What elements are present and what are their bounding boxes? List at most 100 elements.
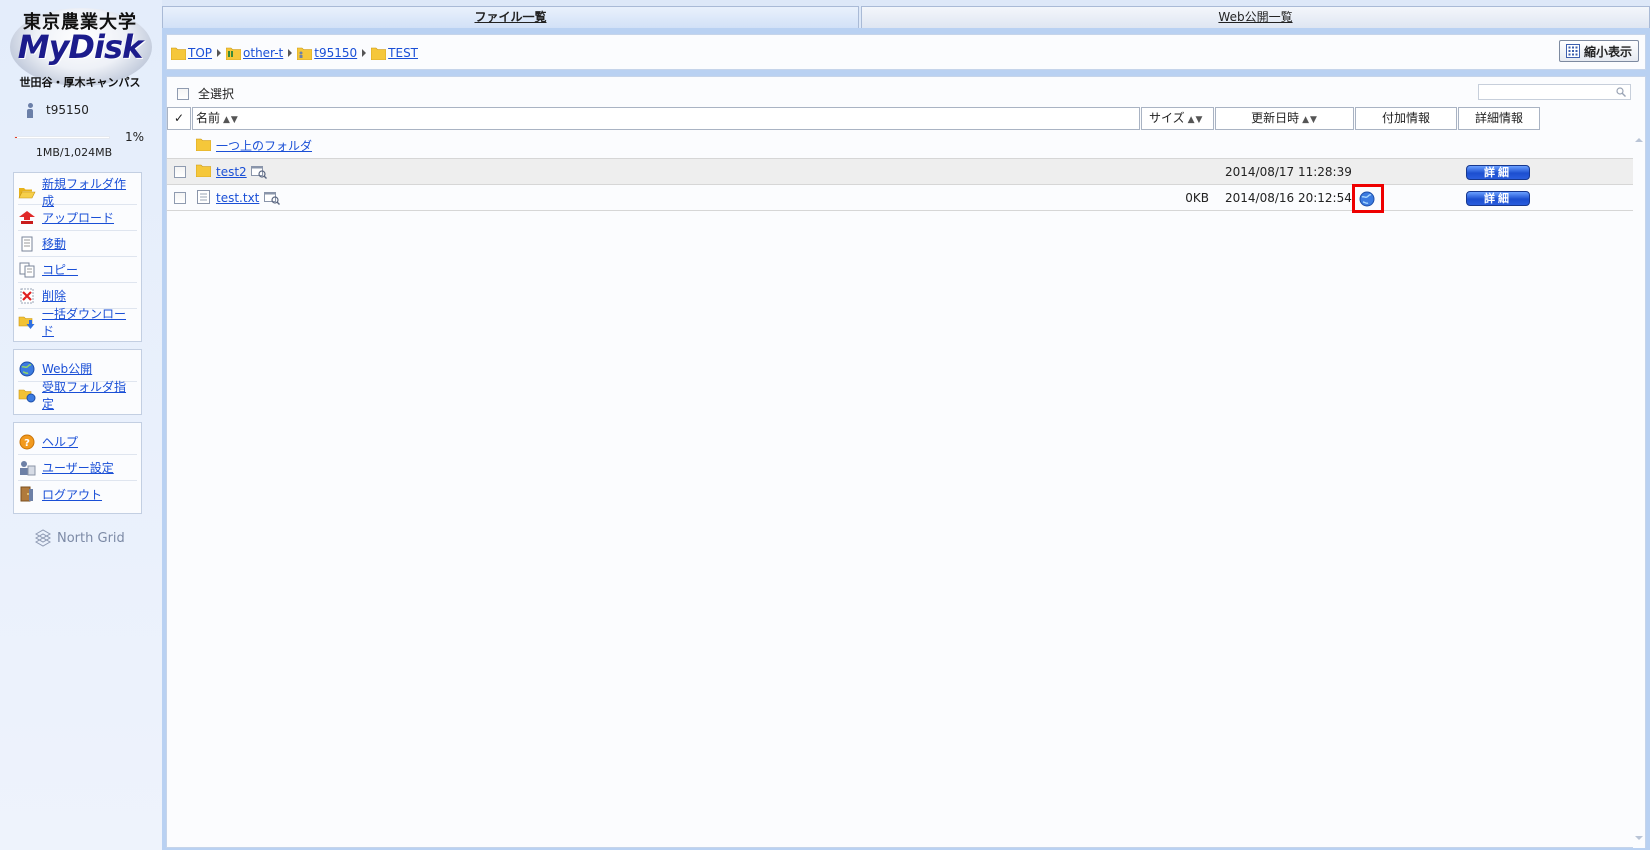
- menu-move-label[interactable]: 移動: [42, 235, 66, 252]
- breadcrumb-label[interactable]: TOP: [188, 46, 212, 60]
- menu-web-publish-label[interactable]: Web公開: [42, 360, 92, 377]
- north-grid-logo: North Grid: [33, 528, 125, 548]
- quota-bar-fill: [15, 137, 17, 138]
- breadcrumb-separator-icon: [362, 49, 367, 57]
- file-list-area: 全選択 ✓ 名前 ▲▼ サイズ ▲▼ 更新日時 ▲▼ 付加情報 詳細情報 一つ上…: [166, 76, 1646, 848]
- svg-text:?: ?: [24, 438, 30, 449]
- select-all-label: 全選択: [198, 87, 235, 101]
- misc-menu: ? ヘルプ ユーザー設定 ログアウト: [13, 422, 142, 514]
- row-checkbox[interactable]: [174, 166, 186, 178]
- globe-icon: [18, 361, 36, 377]
- tab-web-published-list[interactable]: Web公開一覧: [861, 6, 1650, 28]
- row-name-link[interactable]: test.txt: [216, 185, 259, 211]
- column-header-size[interactable]: サイズ ▲▼: [1141, 107, 1214, 130]
- row-modified: 2014/08/17 11:28:39: [1225, 165, 1352, 179]
- table-header: ✓ 名前 ▲▼ サイズ ▲▼ 更新日時 ▲▼ 付加情報 詳細情報: [167, 107, 1643, 130]
- breadcrumb-item-test[interactable]: TEST: [371, 46, 418, 60]
- column-header-extra-info: 付加情報: [1355, 107, 1457, 130]
- select-all-checkbox[interactable]: [177, 87, 189, 100]
- preview-icon[interactable]: [251, 165, 267, 179]
- bulk-download-icon: [18, 314, 36, 330]
- check-all-icon: ✓: [173, 111, 185, 125]
- menu-bulk-download[interactable]: 一括ダウンロード: [18, 307, 137, 338]
- north-grid-icon: [34, 529, 52, 547]
- column-header-modified[interactable]: 更新日時 ▲▼: [1215, 107, 1354, 130]
- breadcrumb-item-t95150[interactable]: t95150: [297, 46, 357, 60]
- column-header-detail: 詳細情報: [1458, 107, 1540, 130]
- user-settings-icon: [18, 460, 36, 476]
- column-header-name[interactable]: 名前 ▲▼: [192, 107, 1140, 130]
- preview-icon[interactable]: [264, 191, 280, 205]
- parent-folder-link[interactable]: 一つ上のフォルダ: [216, 133, 312, 159]
- menu-receive-folder-label[interactable]: 受取フォルダ指定: [42, 378, 137, 412]
- column-header-extra-info-label: 付加情報: [1381, 111, 1430, 125]
- menu-help-label[interactable]: ヘルプ: [42, 433, 78, 450]
- menu-user-settings-label[interactable]: ユーザー設定: [42, 459, 114, 476]
- file-operations-menu: 新規フォルダ作成 アップロード 移動 コピー 削除 一括ダウンロード: [13, 172, 142, 342]
- tab-bar: ファイル一覧 Web公開一覧: [162, 6, 1650, 28]
- breadcrumb-bar: TOP other-t t95150 TEST 縮小表示: [166, 34, 1646, 70]
- north-grid-label: North Grid: [57, 530, 125, 546]
- menu-receive-folder[interactable]: 受取フォルダ指定: [18, 380, 137, 411]
- parent-folder-row[interactable]: 一つ上のフォルダ: [167, 133, 1643, 159]
- menu-logout[interactable]: ログアウト: [18, 481, 137, 507]
- folder-icon: [195, 164, 212, 178]
- folder-icon: [371, 47, 387, 60]
- breadcrumb-item-top[interactable]: TOP: [171, 46, 212, 60]
- breadcrumb-item-other-t[interactable]: other-t: [226, 46, 283, 60]
- menu-move[interactable]: 移動: [18, 231, 137, 257]
- column-header-size-label: サイズ: [1149, 111, 1185, 125]
- menu-upload-label[interactable]: アップロード: [42, 209, 114, 226]
- copy-icon: [18, 262, 36, 278]
- grid-view-icon: [1565, 44, 1580, 58]
- sort-icon[interactable]: ▲▼: [223, 115, 239, 125]
- quota-usage: 1MB/1,024MB: [35, 146, 113, 159]
- logo-campus-name: 世田谷・厚木キャンパス: [19, 76, 141, 89]
- menu-logout-label[interactable]: ログアウト: [42, 486, 102, 503]
- tab-file-list[interactable]: ファイル一覧: [162, 6, 859, 28]
- detail-button[interactable]: 詳細: [1466, 191, 1530, 206]
- table-row: test2 2014/08/17 11:28:39 詳細: [167, 159, 1643, 185]
- delete-icon: [18, 288, 36, 304]
- menu-new-folder[interactable]: 新規フォルダ作成: [18, 177, 137, 208]
- help-icon: ?: [18, 434, 36, 450]
- shrink-view-button[interactable]: 縮小表示: [1558, 40, 1639, 62]
- row-name-link[interactable]: test2: [216, 159, 247, 185]
- web-published-globe-icon[interactable]: [1359, 191, 1375, 207]
- row-size: 0KB: [1185, 191, 1209, 205]
- menu-delete-label[interactable]: 削除: [42, 287, 66, 304]
- scroll-up-icon[interactable]: [1635, 138, 1643, 142]
- tab-file-list-label[interactable]: ファイル一覧: [474, 10, 546, 24]
- folder-up-icon: [195, 138, 212, 152]
- scroll-down-icon[interactable]: [1635, 836, 1643, 840]
- shared-folder-icon: [226, 47, 242, 60]
- menu-copy[interactable]: コピー: [18, 257, 137, 283]
- sort-icon[interactable]: ▲▼: [1302, 115, 1318, 125]
- menu-bulk-download-label[interactable]: 一括ダウンロード: [42, 305, 137, 339]
- tab-web-published-list-label[interactable]: Web公開一覧: [1218, 10, 1292, 24]
- sort-icon[interactable]: ▲▼: [1188, 115, 1204, 125]
- logo-product-name: MyDisk: [17, 28, 144, 66]
- breadcrumb-label[interactable]: TEST: [388, 46, 418, 60]
- menu-upload[interactable]: アップロード: [18, 205, 137, 231]
- new-folder-icon: [18, 184, 36, 200]
- receive-folder-icon: [18, 387, 36, 403]
- search-input[interactable]: [1478, 84, 1631, 100]
- row-checkbox[interactable]: [174, 192, 186, 204]
- column-header-name-label: 名前: [196, 111, 221, 125]
- text-file-icon: [197, 190, 210, 204]
- menu-copy-label[interactable]: コピー: [42, 261, 78, 278]
- menu-user-settings[interactable]: ユーザー設定: [18, 455, 137, 481]
- web-operations-menu: Web公開 受取フォルダ指定: [13, 349, 142, 415]
- row-modified: 2014/08/16 20:12:54: [1225, 191, 1352, 205]
- breadcrumb-label[interactable]: other-t: [243, 46, 283, 60]
- column-header-check[interactable]: ✓: [167, 107, 191, 130]
- menu-help[interactable]: ? ヘルプ: [18, 429, 137, 455]
- logout-icon: [18, 486, 36, 502]
- detail-button[interactable]: 詳細: [1466, 165, 1530, 180]
- select-all[interactable]: 全選択: [177, 85, 234, 102]
- menu-new-folder-label[interactable]: 新規フォルダ作成: [42, 175, 137, 209]
- scrollbar[interactable]: [1633, 130, 1645, 848]
- upload-icon: [18, 210, 36, 226]
- breadcrumb-label[interactable]: t95150: [314, 46, 357, 60]
